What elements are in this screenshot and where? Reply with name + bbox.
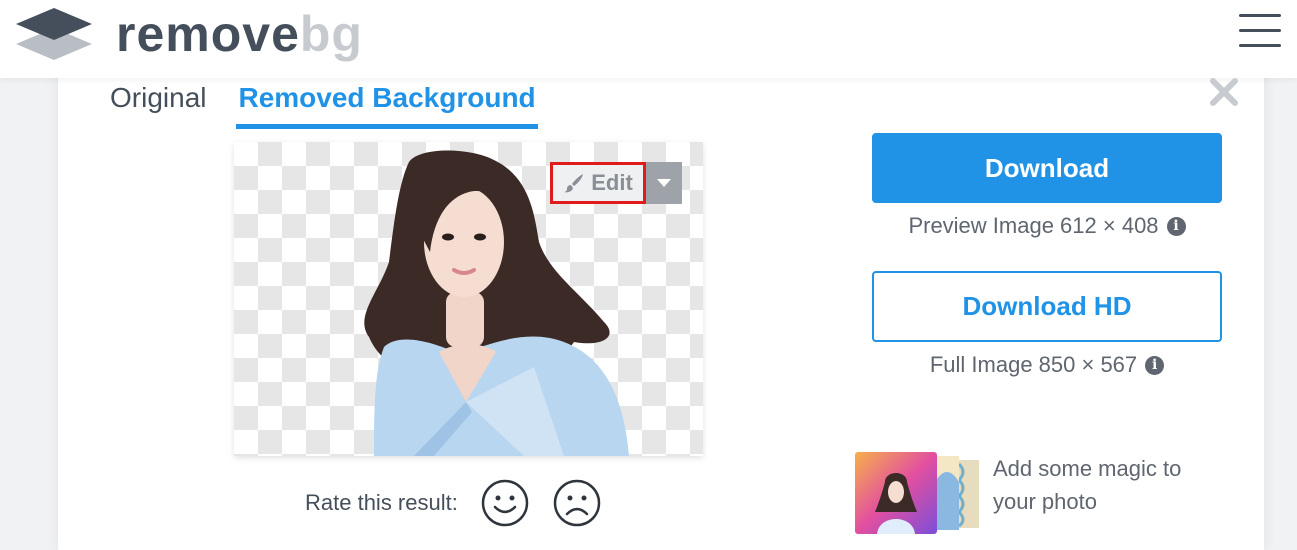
logo-word-remove: remove <box>116 6 300 62</box>
frown-face-icon[interactable] <box>552 478 602 528</box>
edit-button-label: Edit <box>591 170 633 195</box>
preview-image-info: Preview Image 612 × 408 i <box>872 213 1222 239</box>
smile-face-icon[interactable] <box>480 478 530 528</box>
logo-word-bg: bg <box>299 6 363 62</box>
hamburger-menu-icon[interactable] <box>1239 14 1281 48</box>
full-image-info: Full Image 850 × 567 i <box>872 352 1222 378</box>
magic-promo-line2: your photo <box>993 489 1097 514</box>
download-hd-button[interactable]: Download HD <box>872 271 1222 342</box>
rating-label: Rate this result: <box>305 490 458 515</box>
info-icon[interactable]: i <box>1145 355 1165 375</box>
download-button[interactable]: Download <box>872 133 1222 203</box>
info-icon[interactable]: i <box>1166 216 1186 236</box>
magic-promo-line1: Add some magic to <box>993 456 1182 481</box>
logo-layers-icon <box>16 8 92 60</box>
edit-toolbar: Edit <box>550 162 682 204</box>
add-magic-promo[interactable]: Add some magic to your photo <box>855 452 1233 534</box>
close-icon[interactable] <box>1208 76 1240 108</box>
full-image-size-text: Full Image 850 × 567 <box>929 352 1138 377</box>
rating-bar: Rate this result: <box>305 478 602 528</box>
removebg-logo[interactable]: removebg <box>14 6 394 62</box>
edit-dropdown-button[interactable] <box>646 162 682 204</box>
tab-removed-background[interactable]: Removed Background <box>236 82 538 129</box>
preview-image-size-text: Preview Image 612 × 408 <box>908 213 1159 238</box>
view-tabs: Original Removed Background <box>110 82 538 129</box>
tab-original[interactable]: Original <box>110 82 206 129</box>
paintbrush-icon <box>564 174 584 193</box>
edit-button[interactable]: Edit <box>550 162 646 204</box>
app-header: removebg <box>0 0 1297 78</box>
magic-thumbnails-image <box>855 452 979 534</box>
caret-down-icon <box>657 179 671 187</box>
magic-promo-text: Add some magic to your photo <box>993 452 1233 534</box>
logo-wordmark: removebg <box>116 9 363 59</box>
